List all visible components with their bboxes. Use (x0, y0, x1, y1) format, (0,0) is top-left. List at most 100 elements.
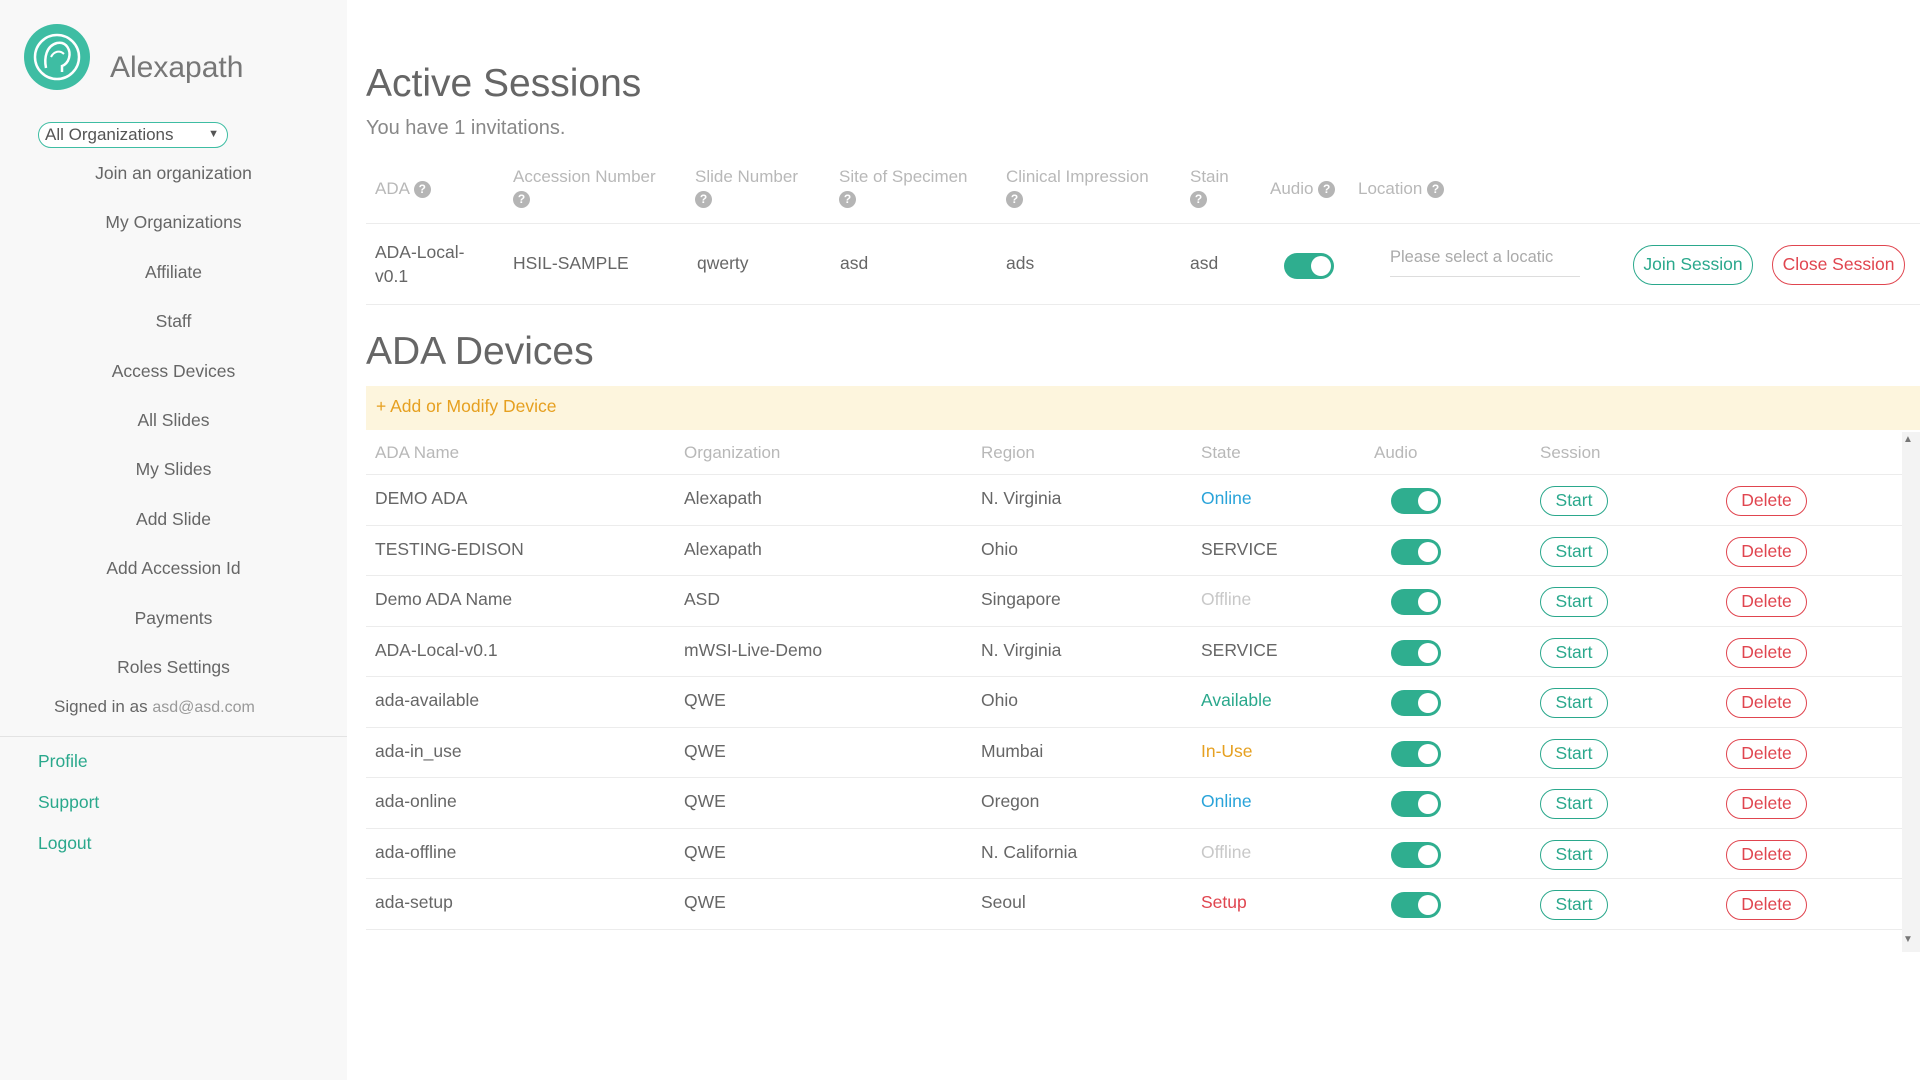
device-region: Seoul (981, 892, 1026, 912)
table-scrollbar[interactable] (1902, 432, 1920, 952)
help-icon[interactable]: ? (839, 191, 856, 208)
help-icon[interactable]: ? (513, 191, 530, 208)
signed-in-label: Signed in as (54, 697, 148, 716)
sidebar-item-access-devices[interactable]: Access Devices (0, 356, 347, 405)
sidebar-item-join-organization[interactable]: Join an organization (0, 158, 347, 207)
delete-button[interactable]: Delete (1726, 738, 1807, 769)
device-region: Ohio (981, 690, 1018, 710)
help-icon[interactable]: ? (1006, 191, 1023, 208)
device-audio-toggle[interactable] (1391, 589, 1441, 615)
help-icon[interactable]: ? (413, 181, 431, 198)
toggle-knob (1418, 794, 1438, 814)
start-button[interactable]: Start (1540, 486, 1608, 516)
device-state: Online (1201, 791, 1252, 811)
device-audio-toggle[interactable] (1391, 639, 1441, 666)
device-name: Demo ADA Name (375, 589, 513, 609)
sidebar-item-affiliate[interactable]: Affiliate (0, 257, 347, 306)
start-button[interactable]: Start (1540, 789, 1608, 819)
help-icon[interactable]: ? (1190, 191, 1207, 208)
sidebar-item-staff[interactable]: Staff (0, 306, 347, 355)
toggle-knob (1418, 743, 1438, 764)
delete-button[interactable]: Delete (1726, 486, 1807, 516)
device-state: SERVICE (1201, 639, 1278, 660)
sessions-table-header: ADA ? Accession Number ? Slide Number ? … (366, 162, 1920, 224)
device-audio-toggle[interactable] (1391, 538, 1441, 565)
support-link[interactable]: Support (38, 789, 99, 830)
col-header-location-label: Location (1358, 179, 1423, 198)
device-audio-toggle[interactable] (1391, 740, 1441, 767)
delete-button[interactable]: Delete (1726, 688, 1807, 718)
delete-button[interactable]: Delete (1726, 839, 1807, 870)
toggle-knob (1418, 895, 1438, 915)
session-ada-line1: ADA-Local- (375, 242, 465, 262)
device-audio-toggle[interactable] (1391, 892, 1441, 918)
device-audio-toggle[interactable] (1391, 791, 1441, 817)
col-header-ada-name: ADA Name (375, 443, 460, 462)
device-row: ada-online QWE Oregon Online Start Delet… (366, 778, 1902, 829)
col-header-audio: Audio (1374, 443, 1418, 462)
location-select-input[interactable] (1390, 239, 1580, 277)
device-organization: QWE (684, 841, 726, 862)
devices-table-header: ADA Name Organization Region State Audio… (366, 432, 1902, 475)
col-header-location: Location ? (1358, 178, 1445, 200)
device-audio-toggle[interactable] (1391, 690, 1441, 716)
start-button[interactable]: Start (1540, 536, 1608, 567)
device-region: N. Virginia (981, 639, 1062, 660)
device-name: ada-setup (375, 892, 453, 912)
help-icon[interactable]: ? (1318, 181, 1336, 198)
device-row: ada-setup QWE Seoul Setup Start Delete (366, 879, 1902, 930)
join-session-button[interactable]: Join Session (1633, 245, 1753, 285)
delete-button[interactable]: Delete (1726, 587, 1807, 617)
add-modify-device-link[interactable]: + Add or Modify Device (376, 396, 556, 417)
sidebar-item-my-slides[interactable]: My Slides (0, 454, 347, 503)
toggle-knob (1418, 541, 1438, 562)
invitations-count-text: You have 1 invitations. (366, 117, 566, 139)
col-header-ada: ADA ? (375, 178, 431, 200)
session-audio-toggle[interactable] (1284, 253, 1334, 279)
col-header-organization: Organization (684, 443, 781, 462)
caret-down-icon: ▼ (208, 128, 219, 140)
device-organization: QWE (684, 791, 726, 811)
col-header-accession-label: Accession Number (513, 167, 656, 186)
delete-button[interactable]: Delete (1726, 637, 1807, 668)
delete-button[interactable]: Delete (1726, 890, 1807, 920)
help-icon[interactable]: ? (695, 191, 712, 208)
logout-link[interactable]: Logout (38, 830, 99, 871)
device-audio-toggle[interactable] (1391, 841, 1441, 868)
session-slide: qwerty (697, 253, 749, 273)
device-organization: Alexapath (684, 488, 762, 508)
delete-button[interactable]: Delete (1726, 536, 1807, 567)
col-header-site: Site of Specimen ? (839, 166, 968, 210)
sidebar-item-add-slide[interactable]: Add Slide (0, 504, 347, 553)
start-button[interactable]: Start (1540, 738, 1608, 769)
delete-button[interactable]: Delete (1726, 789, 1807, 819)
close-session-button[interactable]: Close Session (1772, 245, 1905, 285)
device-state: Offline (1201, 841, 1252, 862)
device-organization: ASD (684, 589, 720, 609)
col-header-state: State (1201, 443, 1241, 462)
sidebar-item-my-organizations[interactable]: My Organizations (0, 207, 347, 256)
help-icon[interactable]: ? (1427, 181, 1445, 198)
profile-link[interactable]: Profile (38, 748, 99, 789)
scroll-down-arrow-icon[interactable]: ▼ (1903, 934, 1913, 945)
start-button[interactable]: Start (1540, 637, 1608, 668)
scroll-up-arrow-icon[interactable]: ▲ (1903, 434, 1913, 445)
device-audio-toggle[interactable] (1391, 488, 1441, 514)
start-button[interactable]: Start (1540, 688, 1608, 718)
device-row: ada-offline QWE N. California Offline St… (366, 829, 1902, 879)
sidebar-item-roles-settings[interactable]: Roles Settings (0, 652, 347, 701)
sidebar-item-payments[interactable]: Payments (0, 603, 347, 652)
device-state: Offline (1201, 589, 1252, 609)
device-name: ada-online (375, 791, 457, 811)
session-stain: asd (1190, 253, 1219, 273)
start-button[interactable]: Start (1540, 890, 1608, 920)
alexapath-logo-icon[interactable] (24, 24, 90, 90)
start-button[interactable]: Start (1540, 839, 1608, 870)
devices-table: ADA Name Organization Region State Audio… (366, 432, 1902, 930)
start-button[interactable]: Start (1540, 587, 1608, 617)
add-device-banner: + Add or Modify Device (366, 386, 1920, 430)
toggle-knob (1418, 844, 1438, 865)
sidebar-item-add-accession-id[interactable]: Add Accession Id (0, 553, 347, 602)
organization-select[interactable]: All Organizations ▼ (38, 122, 228, 148)
sidebar-item-all-slides[interactable]: All Slides (0, 405, 347, 454)
